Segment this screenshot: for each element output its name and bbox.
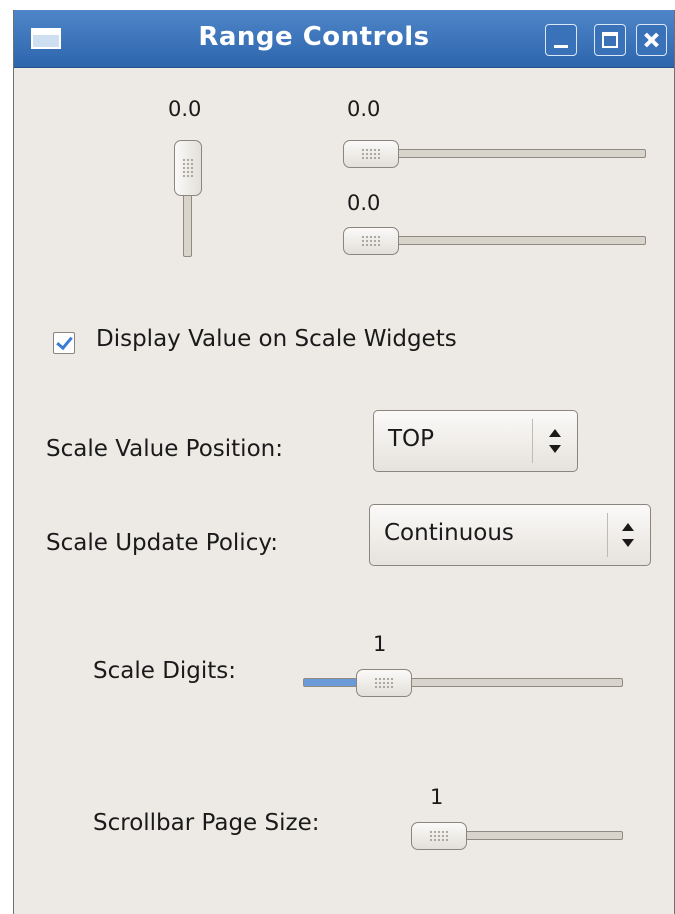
- scale-digits-track[interactable]: [303, 678, 623, 687]
- horizontal-scale-top-thumb[interactable]: [343, 140, 399, 168]
- scale-digits-label: Scale Digits:: [93, 658, 237, 684]
- grip-icon: [373, 677, 394, 689]
- grip-icon: [361, 235, 381, 247]
- update-policy-selected: Continuous: [384, 520, 514, 546]
- range-controls-window: Range Controls 0.0 0.0 0.0 Display Value…: [13, 10, 675, 914]
- grip-icon: [361, 148, 381, 160]
- horizontal-scale-bottom-value: 0.0: [347, 191, 381, 215]
- horizontal-scale-top-value: 0.0: [347, 97, 381, 121]
- page-size-label: Scrollbar Page Size:: [93, 810, 320, 836]
- grip-icon: [182, 158, 194, 178]
- combo-separator: [532, 419, 533, 463]
- page-size-thumb[interactable]: [411, 822, 467, 850]
- update-policy-label: Scale Update Policy:: [46, 530, 279, 556]
- display-value-label: Display Value on Scale Widgets: [96, 326, 457, 352]
- maximize-icon[interactable]: [594, 24, 626, 56]
- combo-separator: [607, 513, 608, 557]
- vertical-scale-value: 0.0: [168, 97, 202, 121]
- scale-digits-fill: [304, 679, 362, 686]
- value-position-select[interactable]: TOP: [373, 410, 578, 472]
- value-position-label: Scale Value Position:: [46, 436, 283, 462]
- update-policy-select[interactable]: Continuous: [369, 504, 651, 566]
- close-icon[interactable]: [636, 24, 667, 56]
- page-size-value: 1: [430, 785, 444, 809]
- scale-digits-thumb[interactable]: [355, 669, 412, 697]
- horizontal-scale-bottom-thumb[interactable]: [343, 227, 399, 255]
- updown-arrows-icon: [548, 428, 562, 454]
- value-position-selected: TOP: [388, 426, 435, 452]
- grip-icon: [429, 830, 449, 842]
- title-bar[interactable]: Range Controls: [14, 10, 674, 68]
- display-value-checkbox[interactable]: [53, 332, 75, 354]
- updown-arrows-icon: [621, 522, 635, 548]
- minimize-icon[interactable]: [545, 24, 577, 56]
- vertical-scale-thumb[interactable]: [174, 140, 202, 196]
- scale-digits-value: 1: [373, 632, 387, 656]
